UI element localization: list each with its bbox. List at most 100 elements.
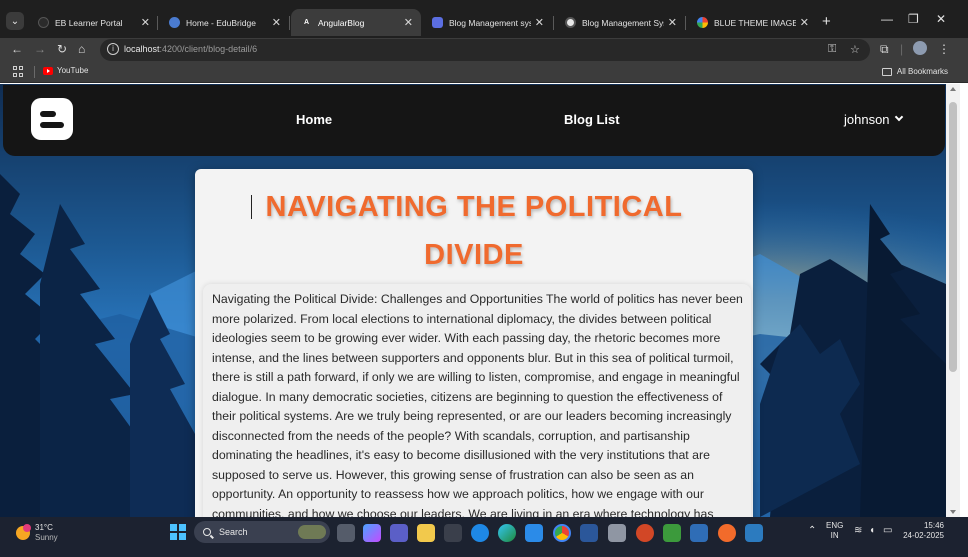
home-icon[interactable]: ⌂ (78, 42, 85, 56)
teams-icon[interactable] (390, 524, 408, 542)
angular-favicon-icon: A (303, 19, 310, 26)
username-label: johnson (844, 112, 890, 127)
text-cursor (251, 195, 252, 219)
globe-favicon-icon (565, 17, 576, 28)
tab-blog-management-system-1[interactable]: Blog Management system ✕ (422, 9, 552, 36)
blog-title: NAVIGATING THE POLITICAL DIVIDE (265, 191, 683, 271)
page-viewport: Home Blog List johnson NAVIGATING THE PO… (0, 84, 946, 517)
apps-grid-icon[interactable] (13, 66, 24, 77)
file-explorer-icon[interactable] (417, 524, 435, 542)
vscode-icon[interactable] (525, 524, 543, 542)
windows-taskbar: 31°C Sunny Search ⌃ ENG IN ≋ ◖ ▭ 15:46 2… (0, 517, 968, 557)
profile-avatar-icon[interactable] (913, 41, 927, 55)
tab-divider (289, 16, 290, 30)
more-menu-icon[interactable]: ⋮ (938, 42, 950, 56)
app-navbar: Home Blog List johnson (3, 85, 945, 156)
scroll-up-arrow-icon[interactable] (950, 87, 956, 91)
weather-sun-icon (16, 524, 31, 540)
postman-icon[interactable] (718, 524, 736, 542)
close-tab-icon[interactable]: ✕ (535, 16, 544, 29)
blog-body-text: Navigating the Political Divide: Challen… (212, 292, 743, 517)
search-highlight-icon (298, 525, 326, 539)
weather-condition: Sunny (35, 533, 58, 542)
close-tab-icon[interactable]: ✕ (668, 16, 677, 29)
toolbar-divider: | (900, 42, 904, 56)
bookmarks-divider (34, 66, 35, 78)
tab-title: Home - EduBridge (186, 17, 256, 28)
clock-date: 24-02-2025 (903, 531, 944, 540)
cortana-icon[interactable] (471, 524, 489, 542)
back-arrow-icon[interactable]: ← (11, 42, 23, 56)
weather-widget[interactable]: 31°C Sunny (16, 523, 58, 543)
vs-icon[interactable] (745, 524, 763, 542)
tab-eb-learner-portal[interactable]: EB Learner Portal ✕ (28, 9, 158, 36)
bookmark-youtube[interactable]: YouTube (43, 66, 88, 75)
eb-favicon-icon (38, 17, 49, 28)
copilot-icon[interactable] (363, 524, 381, 542)
edubridge-favicon-icon (169, 17, 180, 28)
search-label: Search (219, 527, 248, 537)
start-button[interactable] (170, 524, 186, 540)
close-window-icon[interactable]: ✕ (936, 12, 946, 26)
app-icon[interactable] (608, 524, 626, 542)
powerpoint-icon[interactable] (636, 524, 654, 542)
all-bookmarks-label: All Bookmarks (896, 67, 948, 76)
forward-arrow-icon[interactable]: → (34, 42, 46, 56)
clock-time: 15:46 (923, 521, 944, 530)
nav-home-link[interactable]: Home (296, 112, 332, 127)
close-tab-icon[interactable]: ✕ (141, 16, 150, 29)
reload-icon[interactable]: ↻ (57, 42, 67, 56)
notepad-icon[interactable] (663, 524, 681, 542)
taskbar-search[interactable]: Search (194, 521, 330, 543)
notes-icon[interactable] (690, 524, 708, 542)
store-icon[interactable] (444, 524, 462, 542)
blogger-logo-icon[interactable] (31, 98, 73, 140)
minimize-icon[interactable]: — (881, 12, 893, 26)
tab-edubridge[interactable]: Home - EduBridge ✕ (159, 9, 289, 36)
scroll-down-arrow-icon[interactable] (950, 510, 956, 514)
all-bookmarks-button[interactable]: All Bookmarks (881, 67, 948, 76)
chevron-down-icon (894, 112, 903, 122)
password-key-icon[interactable]: ⚿ (828, 43, 836, 56)
close-tab-icon[interactable]: ✕ (800, 16, 809, 29)
site-info-icon[interactable]: i (107, 43, 119, 55)
battery-icon[interactable]: ▭ (883, 525, 892, 536)
language-indicator[interactable]: ENG IN (826, 521, 843, 541)
address-bar[interactable]: i localhost:4200/client/blog-detail/6 ⚿ … (100, 39, 870, 61)
edge-icon[interactable] (498, 524, 516, 542)
volume-icon[interactable]: ◖ (869, 525, 875, 536)
tab-divider (157, 16, 158, 30)
word-icon[interactable] (580, 524, 598, 542)
close-tab-icon[interactable]: ✕ (272, 16, 281, 29)
task-view-icon[interactable] (337, 524, 355, 542)
tray-chevron-up-icon[interactable]: ⌃ (808, 525, 816, 536)
bookmark-star-icon[interactable]: ☆ (850, 43, 860, 56)
tab-blog-management-system-2[interactable]: Blog Management System ✕ (555, 9, 685, 36)
folder-icon (881, 67, 892, 76)
blog-favicon-icon (432, 17, 443, 28)
chrome-icon[interactable] (553, 524, 571, 542)
tab-blue-theme-image[interactable]: BLUE THEME IMAGE OG H ✕ (687, 9, 817, 36)
scrollbar-thumb[interactable] (949, 102, 957, 372)
wifi-icon[interactable]: ≋ (854, 525, 862, 536)
extensions-icon[interactable]: ⧉ (880, 42, 889, 56)
tab-title: BLUE THEME IMAGE OG H (714, 17, 796, 28)
new-tab-button[interactable]: + (822, 14, 831, 29)
tab-search-chevron-icon[interactable]: ⌄ (6, 12, 24, 30)
tab-title: AngularBlog (318, 17, 365, 28)
page-scrollbar[interactable] (946, 84, 960, 517)
tab-divider (685, 16, 686, 30)
browser-toolbar: ← → ↻ ⌂ i localhost:4200/client/blog-det… (0, 38, 968, 62)
restore-icon[interactable]: ❐ (908, 12, 919, 26)
clock[interactable]: 15:46 24-02-2025 (902, 521, 944, 541)
url-text[interactable]: localhost:4200/client/blog-detail/6 (124, 44, 257, 54)
tab-title: EB Learner Portal (55, 17, 123, 28)
user-dropdown[interactable]: johnson (844, 112, 903, 127)
nav-bloglist-link[interactable]: Blog List (564, 112, 620, 127)
tab-angularblog[interactable]: A AngularBlog ✕ (291, 9, 421, 36)
tab-divider (553, 16, 554, 30)
blog-detail-card: NAVIGATING THE POLITICAL DIVIDE Navigati… (195, 169, 753, 517)
close-tab-icon[interactable]: ✕ (404, 16, 413, 29)
browser-tab-strip: ⌄ EB Learner Portal ✕ Home - EduBridge ✕… (0, 0, 968, 38)
google-favicon-icon (697, 17, 708, 28)
